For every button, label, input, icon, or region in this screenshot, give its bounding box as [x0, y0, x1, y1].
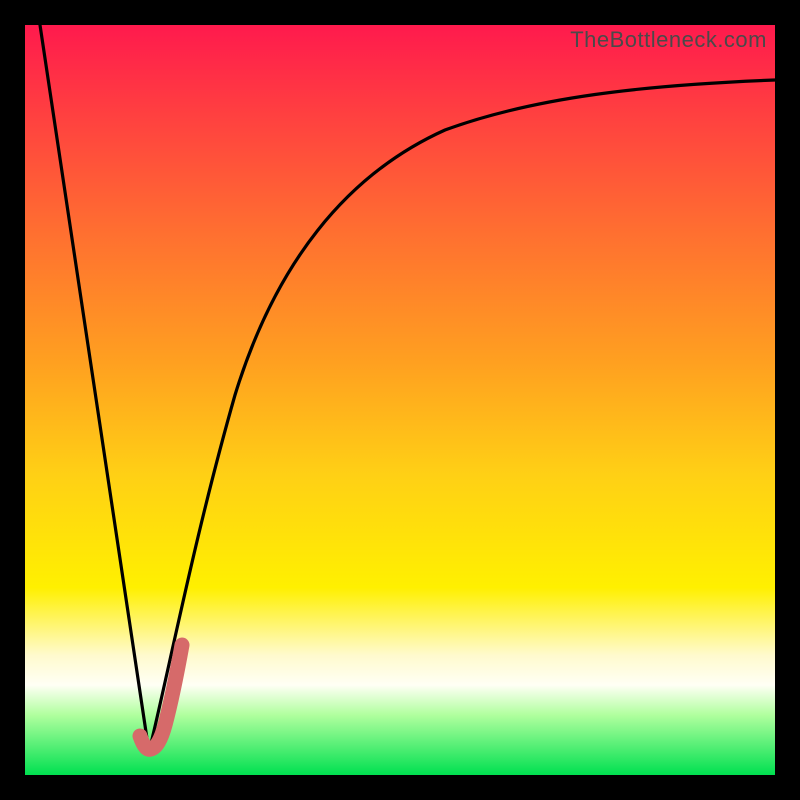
rising-curve	[149, 80, 775, 752]
plot-area: TheBottleneck.com	[25, 25, 775, 775]
left-descent-line	[40, 25, 149, 752]
outer-frame: TheBottleneck.com	[0, 0, 800, 800]
chart-svg	[25, 25, 775, 775]
